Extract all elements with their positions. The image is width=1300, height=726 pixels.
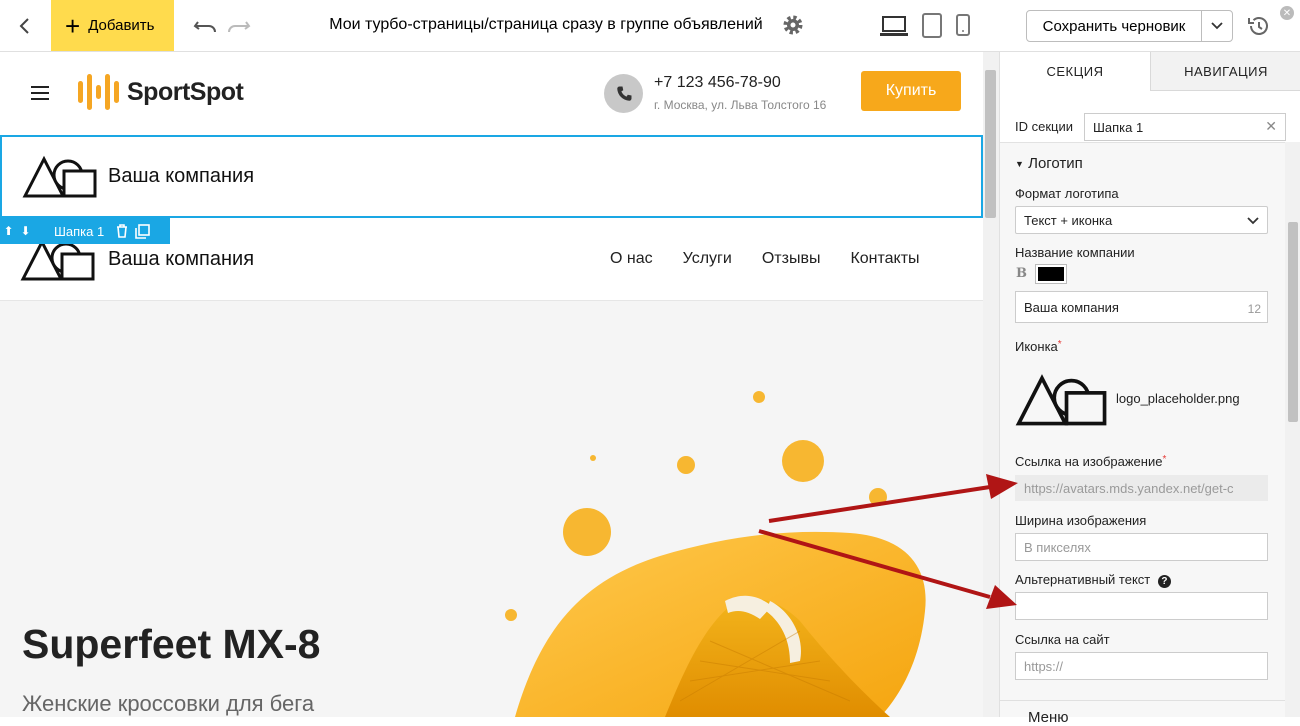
help-icon[interactable]: ? [1157, 575, 1171, 588]
logo-placeholder-icon [22, 155, 97, 198]
panel-tabs: СЕКЦИЯ НАВИГАЦИЯ [1000, 52, 1300, 91]
brand-logo: SportSpot [78, 74, 244, 110]
image-link-label: Ссылка на изображение* [1015, 454, 1167, 469]
bold-toggle[interactable]: B [1016, 266, 1027, 281]
tab-section[interactable]: СЕКЦИЯ [1000, 52, 1150, 91]
tab-navigation[interactable]: НАВИГАЦИЯ [1150, 52, 1300, 91]
back-button[interactable] [0, 0, 50, 52]
desktop-view-icon[interactable] [880, 14, 908, 38]
company-name-input[interactable]: Ваша компания 12 [1015, 291, 1268, 323]
editor-toolbar: + Добавить Мои турбо-страницы/страница с… [0, 0, 1300, 52]
alt-text-input[interactable] [1015, 592, 1268, 620]
page-preview: SportSpot +7 123 456-78-90 г. Москва, ул… [0, 52, 983, 717]
nav-link-services[interactable]: Услуги [683, 250, 732, 268]
section-toolbar: ⬆ ⬇ Шапка 1 [0, 218, 170, 244]
phone-icon [604, 74, 643, 113]
plus-icon: + [65, 10, 81, 41]
chevron-down-icon [1211, 22, 1223, 30]
company-name-label: Название компании [1015, 245, 1135, 260]
icon-label: Иконка* [1015, 339, 1062, 354]
save-draft-button[interactable]: Сохранить черновик [1026, 10, 1202, 42]
save-dropdown-button[interactable] [1201, 10, 1233, 42]
close-icon[interactable]: ✕ [1280, 6, 1294, 20]
hamburger-menu-icon[interactable] [31, 86, 49, 104]
phone-view-icon[interactable] [956, 14, 970, 36]
logo-format-select[interactable]: Текст + иконка [1015, 206, 1268, 234]
chevron-down-icon [1247, 217, 1259, 225]
history-icon[interactable] [1246, 14, 1270, 38]
address: г. Москва, ул. Льва Толстого 16 [654, 98, 827, 112]
redo-icon[interactable] [226, 14, 252, 38]
site-header: SportSpot +7 123 456-78-90 г. Москва, ул… [0, 52, 983, 135]
section-name: Шапка 1 [54, 223, 105, 239]
move-up-icon[interactable]: ⬆ [0, 224, 17, 238]
site-link-label: Ссылка на сайт [1015, 632, 1110, 647]
add-button-label: Добавить [88, 17, 155, 34]
logo-format-value: Текст + иконка [1024, 212, 1113, 228]
company-name: Ваша компания [108, 165, 255, 187]
hero-title: Superfeet MX-8 [22, 621, 321, 667]
char-count: 12 [1247, 302, 1261, 316]
undo-icon[interactable] [192, 14, 218, 38]
logo-group-header[interactable]: ▼ Логотип [1015, 155, 1083, 172]
page-title: Мои турбо-страницы/страница сразу в груп… [329, 16, 763, 33]
icon-filename: logo_placeholder.png [1116, 391, 1240, 406]
panel-scrollbar-thumb[interactable] [1288, 222, 1298, 422]
move-down-icon[interactable]: ⬇ [17, 224, 34, 238]
logo-format-label: Формат логотипа [1015, 186, 1119, 201]
clear-icon[interactable]: ✕ [1265, 118, 1277, 135]
logo-settings-group: ▼ Логотип Формат логотипа Текст + иконка… [1000, 142, 1285, 726]
image-link-input: https://avatars.mds.yandex.net/get-c [1015, 475, 1268, 501]
brand-name: SportSpot [127, 77, 244, 106]
settings-panel: СЕКЦИЯ НАВИГАЦИЯ ID секции Шапка 1 ✕ ▼ Л… [999, 52, 1300, 726]
gear-icon[interactable] [781, 13, 805, 37]
menu-group-header[interactable]: Меню [1028, 709, 1069, 726]
phone-number[interactable]: +7 123 456-78-90 [654, 74, 781, 92]
buy-button[interactable]: Купить [861, 71, 961, 111]
site-nav: О нас Услуги Отзывы Контакты [610, 250, 920, 268]
sound-bars-icon [78, 74, 119, 110]
text-color-swatch[interactable] [1035, 264, 1067, 284]
image-width-input[interactable]: В пикселях [1015, 533, 1268, 561]
divider [1000, 700, 1285, 701]
nav-link-contacts[interactable]: Контакты [850, 250, 919, 268]
add-button[interactable]: + Добавить [51, 0, 174, 51]
alt-text-label: Альтернативный текст ? [1015, 572, 1171, 588]
hero-subtitle: Женские кроссовки для бега [22, 691, 315, 716]
image-width-label: Ширина изображения [1015, 513, 1147, 528]
nav-link-reviews[interactable]: Отзывы [762, 250, 821, 268]
section-id-label: ID секции [1015, 119, 1073, 134]
duplicate-icon[interactable] [135, 223, 151, 239]
section-id-value: Шапка 1 [1093, 119, 1144, 135]
caret-down-icon: ▼ [1015, 159, 1024, 170]
company-name: Ваша компания [108, 248, 255, 270]
hero-section: Superfeet MX-8 Женские кроссовки для бег… [0, 301, 983, 717]
logo-preview-icon[interactable] [1015, 369, 1107, 429]
preview-scrollbar-thumb[interactable] [985, 70, 996, 218]
site-link-input[interactable]: https:// [1015, 652, 1268, 680]
nav-link-about[interactable]: О нас [610, 250, 653, 268]
selected-header-section[interactable]: Ваша компания [0, 135, 983, 218]
section-id-input[interactable]: Шапка 1 ✕ [1084, 113, 1286, 141]
tablet-view-icon[interactable] [922, 13, 942, 38]
trash-icon[interactable] [116, 224, 128, 238]
chevron-left-icon [19, 18, 29, 34]
